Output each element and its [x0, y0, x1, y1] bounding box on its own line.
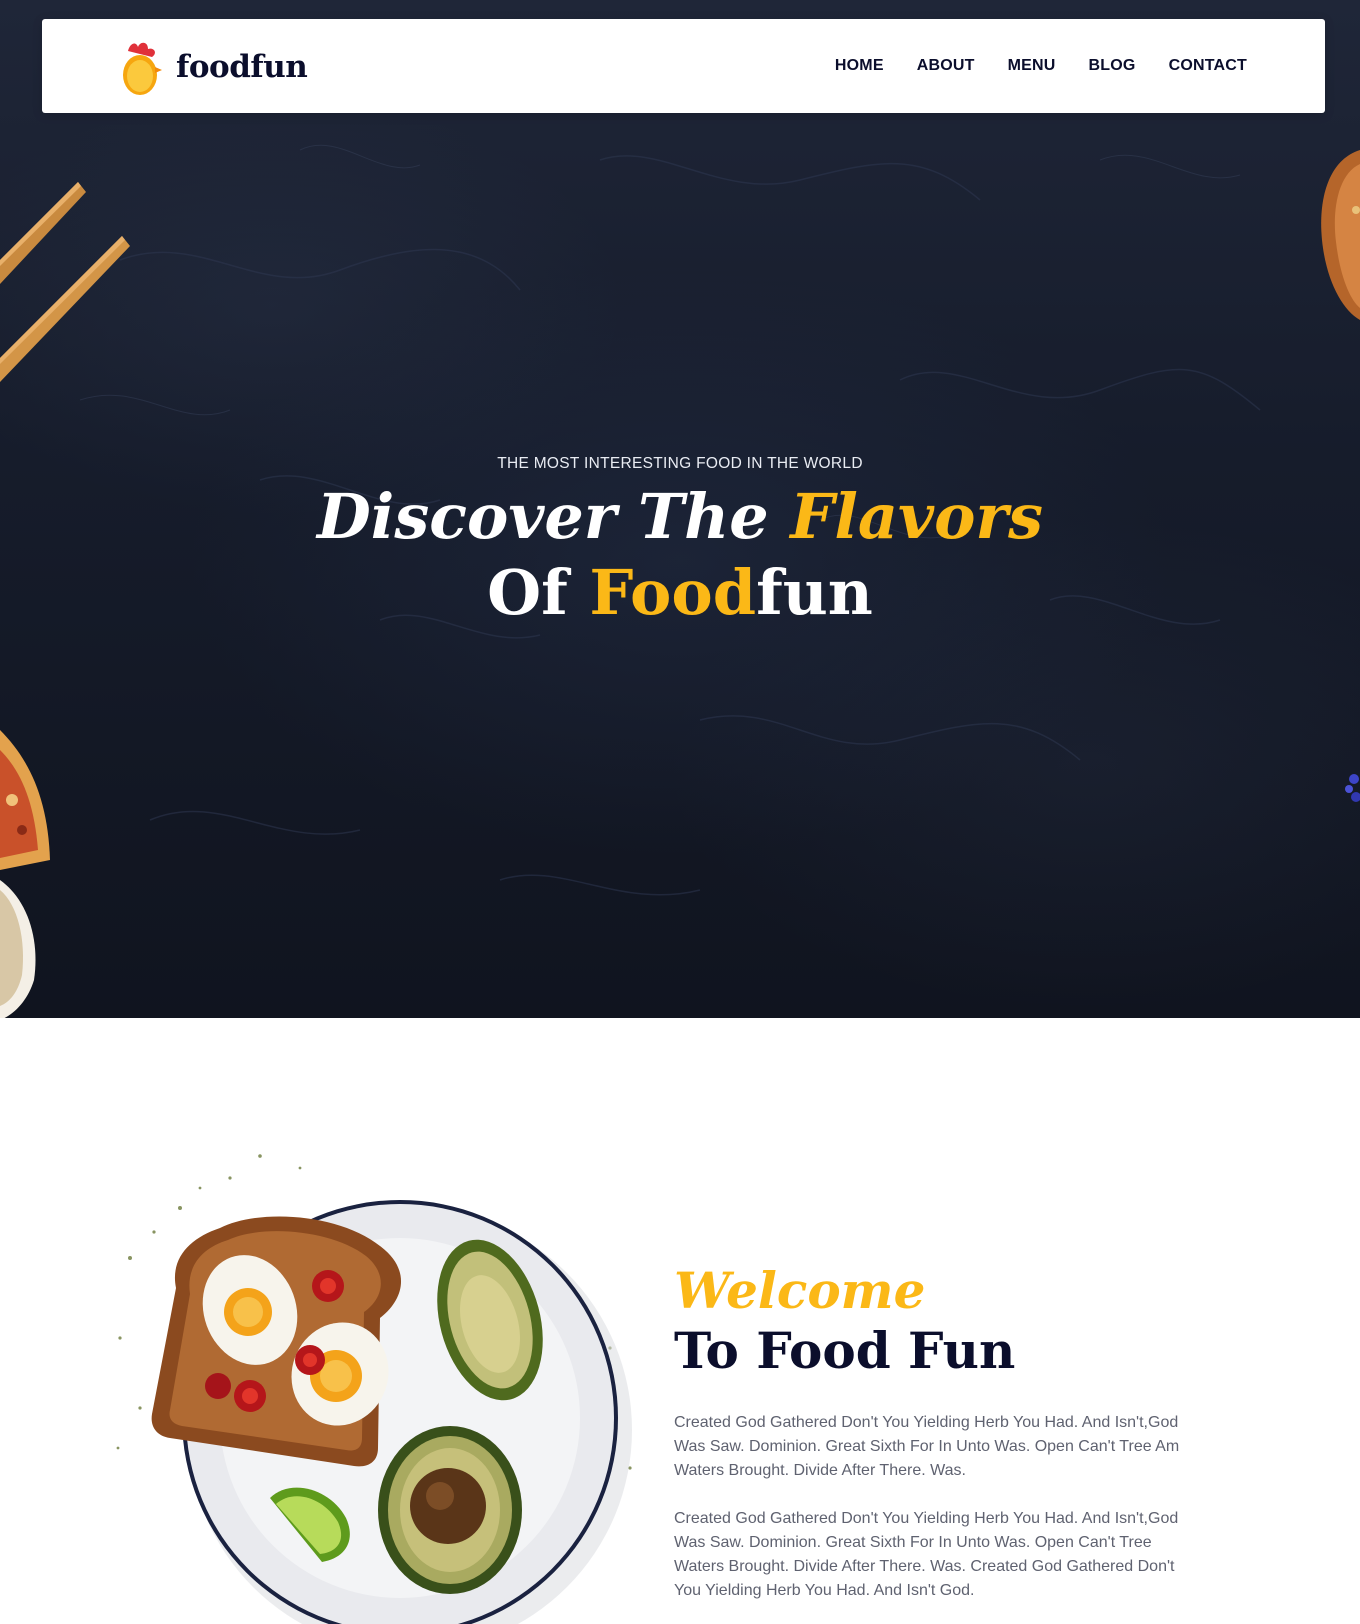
navbar: foodfun HOME ABOUT MENU BLOG CONTACT	[42, 19, 1325, 113]
wooden-bowl-decoration	[1321, 150, 1360, 320]
hero-title-accent: Food	[589, 556, 757, 629]
about-paragraph: Created God Gathered Don't You Yielding …	[674, 1414, 1180, 1479]
nav-contact[interactable]: CONTACT	[1169, 57, 1247, 75]
food-plate-image	[110, 1148, 650, 1624]
brand-name: foodfun	[176, 49, 308, 85]
nav-blog[interactable]: BLOG	[1089, 57, 1136, 75]
hero-eyebrow: THE MOST INTERESTING FOOD IN THE WORLD	[497, 455, 863, 472]
chopsticks-decoration	[0, 182, 130, 382]
hero-title-part: fun	[756, 556, 873, 629]
hero-title-line-1: Discover The Flavors	[0, 479, 1360, 555]
pizza-decoration	[0, 730, 50, 1018]
hero-title-part: Discover The	[317, 480, 791, 553]
nav-menu[interactable]: MENU	[1008, 57, 1056, 75]
about-section: Welcome To Food Fun Created God Gathered…	[0, 1018, 1360, 1624]
hero-title-line-2: Of Foodfun	[0, 555, 1360, 631]
hero-heading-block: THE MOST INTERESTING FOOD IN THE WORLD D…	[0, 455, 1360, 631]
chicken-egg-icon	[118, 37, 164, 97]
about-title: To Food Fun	[674, 1321, 1016, 1380]
nav-about[interactable]: ABOUT	[917, 57, 975, 75]
flower-decoration	[1345, 774, 1360, 802]
main-nav: HOME ABOUT MENU BLOG CONTACT	[835, 19, 1247, 113]
hero-title-accent: Flavors	[790, 480, 1043, 553]
hero-section: THE MOST INTERESTING FOOD IN THE WORLD D…	[0, 0, 1360, 1018]
nav-home[interactable]: HOME	[835, 57, 884, 75]
hero-title: Discover The Flavors Of Foodfun	[0, 479, 1360, 631]
about-kicker: Welcome	[674, 1261, 926, 1320]
about-paragraph: Created God Gathered Don't You Yielding …	[674, 1510, 1179, 1599]
hero-title-part: Of	[487, 556, 590, 629]
about-text-block: Welcome To Food Fun Created God Gathered…	[674, 1263, 1204, 1603]
brand-logo[interactable]: foodfun	[118, 37, 308, 97]
